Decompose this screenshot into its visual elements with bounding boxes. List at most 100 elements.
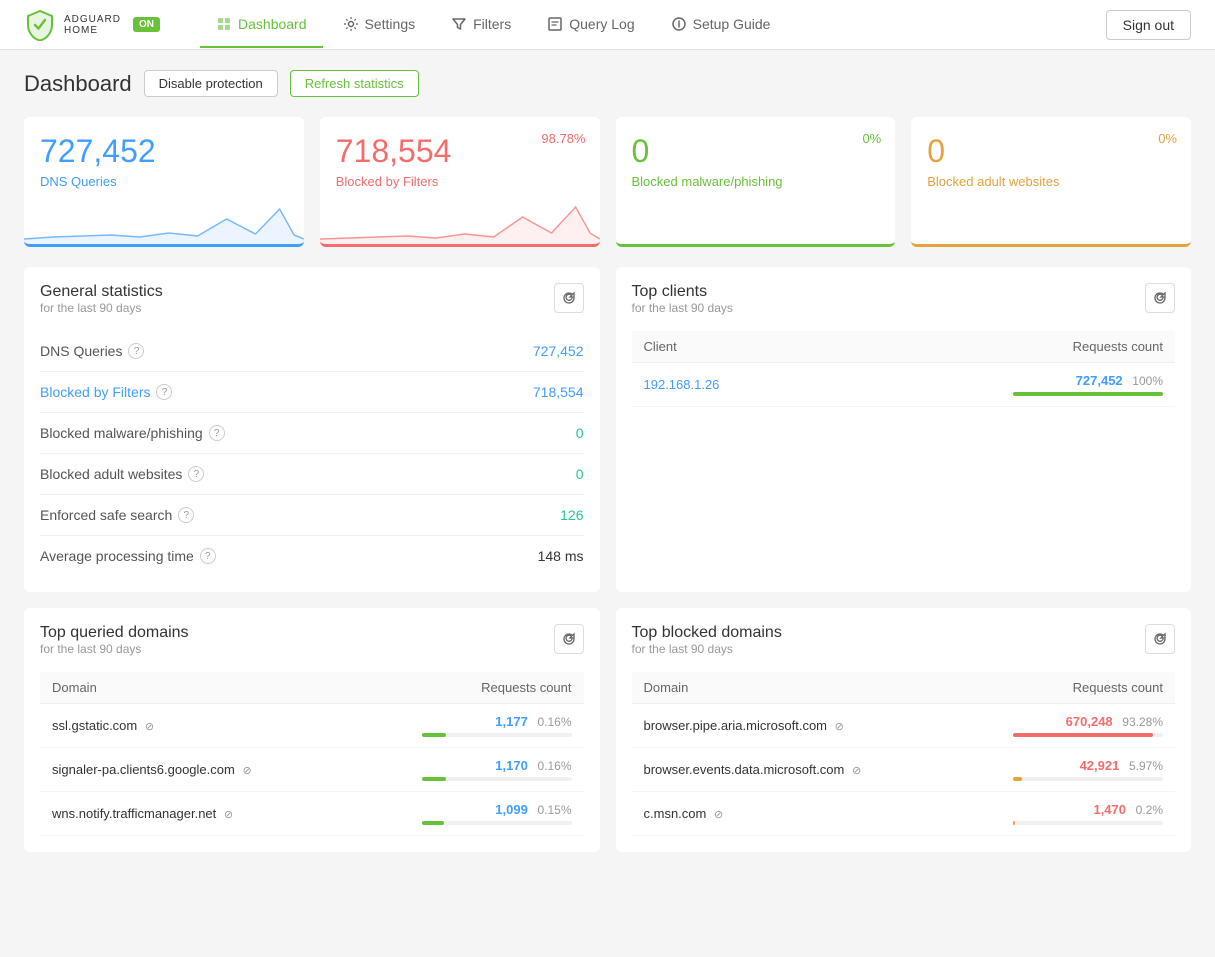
queried-domain-1: ssl.gstatic.com	[52, 718, 137, 733]
dns-queries-label: DNS Queries	[40, 174, 288, 189]
page-header: Dashboard Disable protection Refresh sta…	[24, 70, 1191, 97]
nav-item-query-log[interactable]: Query Log	[531, 2, 650, 48]
blocked-adult-label: Blocked adult websites	[927, 174, 1175, 189]
table-row: 192.168.1.26 727,452 100%	[632, 363, 1176, 407]
queried-progress-1	[422, 733, 572, 737]
stats-blocked-adult-value: 0	[576, 466, 584, 482]
dns-help-icon[interactable]: ?	[128, 343, 144, 359]
nav-item-filters[interactable]: Filters	[435, 2, 527, 48]
stats-row-avg-time: Average processing time ? 148 ms	[40, 536, 584, 576]
blocked-progress-3	[1013, 821, 1163, 825]
nav-item-setup-guide[interactable]: Setup Guide	[655, 2, 787, 48]
client-progress-bar	[1013, 392, 1163, 396]
query-log-icon	[547, 16, 563, 32]
blocked-malware-label: Blocked malware/phishing	[632, 174, 880, 189]
refresh-icon	[562, 632, 576, 646]
queried-progress-3	[422, 821, 572, 825]
dashboard-icon	[216, 16, 232, 32]
stats-row-safe-search: Enforced safe search ? 126	[40, 495, 584, 536]
refresh-icon	[1153, 632, 1167, 646]
top-queried-title: Top queried domains	[40, 624, 189, 642]
blocked-col-domain: Domain	[632, 672, 948, 704]
page-title: Dashboard	[24, 71, 132, 97]
dns-queries-chart	[24, 189, 304, 244]
stat-card-dns-queries: 727,452 DNS Queries	[24, 117, 304, 247]
client-requests-value: 727,452	[1076, 373, 1123, 388]
blocked-filters-link[interactable]: Blocked by Filters	[40, 384, 150, 400]
queried-col-domain: Domain	[40, 672, 346, 704]
table-row: browser.pipe.aria.microsoft.com ⊘ 670,24…	[632, 704, 1176, 748]
blocked-malware-help-icon[interactable]: ?	[209, 425, 225, 441]
table-row: browser.events.data.microsoft.com ⊘ 42,9…	[632, 748, 1176, 792]
top-blocked-subtitle: for the last 90 days	[632, 642, 782, 656]
top-queried-subtitle: for the last 90 days	[40, 642, 189, 656]
queried-domain-3: wns.notify.trafficmanager.net	[52, 806, 216, 821]
nav-item-settings[interactable]: Settings	[327, 2, 432, 48]
general-statistics-card: General statistics for the last 90 days …	[24, 267, 600, 592]
blocked-col-requests: Requests count	[948, 672, 1176, 704]
top-clients-header: Top clients for the last 90 days	[632, 283, 1176, 327]
stats-blocked-filters-value: 718,554	[533, 384, 584, 400]
stats-row-dns: DNS Queries ? 727,452	[40, 331, 584, 372]
avg-time-help-icon[interactable]: ?	[200, 548, 216, 564]
general-stats-table: DNS Queries ? 727,452 Blocked by Filters…	[40, 331, 584, 576]
top-queried-refresh-button[interactable]	[554, 624, 584, 654]
blocked-adult-help-icon[interactable]: ?	[188, 466, 204, 482]
unblock-icon-3[interactable]: ⊘	[714, 809, 723, 821]
nav-item-dashboard[interactable]: Dashboard	[200, 2, 323, 48]
shield-logo-icon	[24, 9, 56, 41]
refresh-icon	[1153, 291, 1167, 305]
filter-icon-3[interactable]: ⊘	[224, 809, 233, 821]
queried-progress-2	[422, 777, 572, 781]
filter-icon-1[interactable]: ⊘	[145, 721, 154, 733]
sign-out-button[interactable]: Sign out	[1106, 10, 1191, 40]
settings-icon	[343, 16, 359, 32]
stat-card-blocked-adult: 0% 0 Blocked adult websites	[911, 117, 1191, 247]
top-clients-refresh-button[interactable]	[1145, 283, 1175, 313]
top-clients-card: Top clients for the last 90 days Client …	[616, 267, 1192, 592]
top-clients-subtitle: for the last 90 days	[632, 301, 733, 315]
bottom-row: General statistics for the last 90 days …	[24, 267, 1191, 592]
stats-blocked-malware-value: 0	[576, 425, 584, 441]
blocked-filters-percent: 98.78%	[541, 131, 585, 146]
top-clients-table: Client Requests count 192.168.1.26 727,4…	[632, 331, 1176, 407]
clients-col-client: Client	[632, 331, 830, 363]
disable-protection-button[interactable]: Disable protection	[144, 70, 278, 97]
general-stats-subtitle: for the last 90 days	[40, 301, 163, 315]
top-queried-table: Domain Requests count ssl.gstatic.com ⊘	[40, 672, 584, 836]
client-requests-pct: 100%	[1132, 374, 1163, 388]
unblock-icon-2[interactable]: ⊘	[852, 765, 861, 777]
filter-nav-icon	[451, 16, 467, 32]
queried-col-requests: Requests count	[346, 672, 584, 704]
header: ADGUARD HOME ON Dashboard Settings Filte…	[0, 0, 1215, 50]
stat-card-blocked-malware: 0% 0 Blocked malware/phishing	[616, 117, 896, 247]
refresh-statistics-button[interactable]: Refresh statistics	[290, 70, 419, 97]
filter-icon-2[interactable]: ⊘	[242, 765, 251, 777]
stat-card-blocked-filters: 98.78% 718,554 Blocked by Filters	[320, 117, 600, 247]
stats-dns-value: 727,452	[533, 343, 584, 359]
table-row: ssl.gstatic.com ⊘ 1,177 0.16%	[40, 704, 584, 748]
general-stats-refresh-button[interactable]	[554, 283, 584, 313]
blocked-adult-percent: 0%	[1158, 131, 1177, 146]
blocked-malware-number: 0	[632, 133, 880, 170]
stats-row-blocked-adult: Blocked adult websites ? 0	[40, 454, 584, 495]
top-clients-title: Top clients	[632, 283, 733, 301]
main-nav: Dashboard Settings Filters Query Log Set…	[200, 2, 1106, 48]
top-blocked-refresh-button[interactable]	[1145, 624, 1175, 654]
blocked-domain-1: browser.pipe.aria.microsoft.com	[644, 718, 828, 733]
safe-search-help-icon[interactable]: ?	[178, 507, 194, 523]
stats-row-blocked-malware: Blocked malware/phishing ? 0	[40, 413, 584, 454]
setup-guide-icon	[671, 16, 687, 32]
stats-row-blocked-filters: Blocked by Filters ? 718,554	[40, 372, 584, 413]
on-badge: ON	[133, 17, 160, 32]
table-row: c.msn.com ⊘ 1,470 0.2%	[632, 792, 1176, 836]
blocked-filters-label: Blocked by Filters	[336, 174, 584, 189]
top-blocked-header: Top blocked domains for the last 90 days	[632, 624, 1176, 668]
unblock-icon-1[interactable]: ⊘	[835, 721, 844, 733]
stats-cards-row: 727,452 DNS Queries 98.78% 718,554 Block…	[24, 117, 1191, 247]
logo-name: ADGUARD HOME	[64, 14, 121, 36]
blocked-progress-1	[1013, 733, 1163, 737]
main-content: Dashboard Disable protection Refresh sta…	[0, 50, 1215, 872]
blocked-filters-help-icon[interactable]: ?	[156, 384, 172, 400]
client-ip-link[interactable]: 192.168.1.26	[644, 377, 720, 392]
